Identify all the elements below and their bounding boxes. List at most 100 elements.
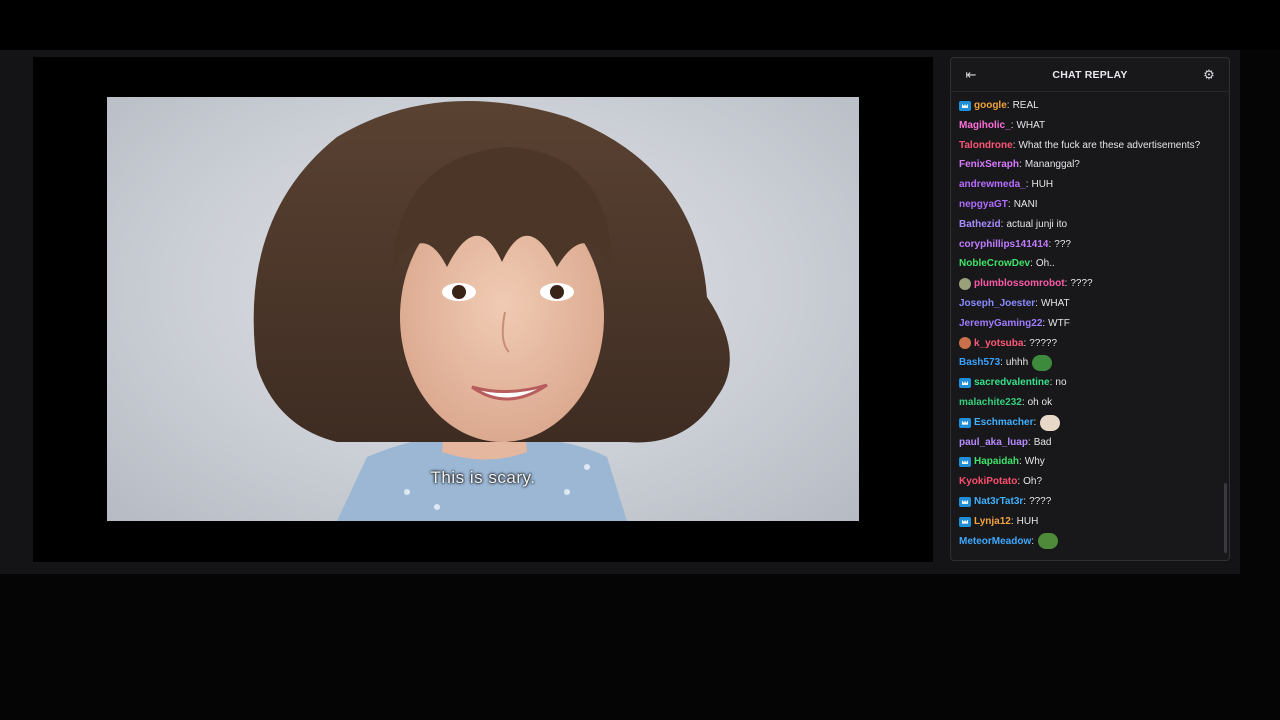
chat-emote-icon <box>1040 414 1061 431</box>
chat-separator: : <box>1048 238 1052 250</box>
collapse-chat-icon[interactable]: ⇤ <box>961 67 981 83</box>
chat-text: ??? <box>1054 238 1071 250</box>
chat-separator: : <box>1010 119 1014 131</box>
video-frame[interactable]: This is scary. <box>107 97 859 521</box>
chat-separator: : <box>1042 317 1046 329</box>
chat-emote-icon <box>1032 355 1053 372</box>
chat-text: WHAT <box>1016 119 1046 131</box>
chat-header: ⇤ CHAT REPLAY ⚙ <box>951 58 1229 92</box>
chat-separator: : <box>1064 278 1068 290</box>
chat-message: malachite232: oh ok <box>959 393 1229 413</box>
chat-text: no <box>1055 377 1067 389</box>
chat-separator: : <box>1023 337 1027 349</box>
chat-username[interactable]: k_yotsuba <box>974 334 1023 354</box>
chat-separator: : <box>1010 515 1014 527</box>
chat-username[interactable]: Hapaidah <box>974 452 1019 472</box>
chat-message: andrewmeda_: HUH <box>959 175 1229 195</box>
chat-message: Eschmacher: <box>959 413 1229 433</box>
chat-text: actual junji ito <box>1006 218 1068 230</box>
chat-username[interactable]: NobleCrowDev <box>959 254 1030 274</box>
chat-username[interactable]: paul_aka_luap <box>959 433 1028 453</box>
chat-message: Nat3rTat3r:???? <box>959 492 1229 512</box>
chat-message: plumblossomrobot:???? <box>959 274 1229 294</box>
chat-text: HUH <box>1016 515 1039 527</box>
chat-text: oh ok <box>1027 396 1053 408</box>
crown-badge-icon <box>959 496 971 507</box>
chat-separator: : <box>1017 476 1021 488</box>
chat-text: Mananggal? <box>1024 159 1080 171</box>
chat-message-list[interactable]: google: REAL Magiholic_: WHAT Talondrone: Wha… <box>951 92 1229 551</box>
chat-text: ???? <box>1029 495 1052 507</box>
chat-title: CHAT REPLAY <box>1052 68 1128 81</box>
chat-message: MeteorMeadow: <box>959 532 1229 552</box>
chat-username[interactable]: MeteorMeadow <box>959 532 1031 552</box>
crown-badge-icon <box>959 516 971 527</box>
chat-message: Bash573: uhhh <box>959 353 1229 373</box>
chat-username[interactable]: Eschmacher <box>974 413 1033 433</box>
chat-separator: : <box>1019 159 1022 171</box>
chat-separator: : <box>1019 456 1022 468</box>
chat-text: Oh.. <box>1035 258 1055 270</box>
chat-message: KyokiPotato: Oh? <box>959 472 1229 492</box>
chat-message: Hapaidah: Why <box>959 452 1229 472</box>
chat-text: ???? <box>1070 278 1093 290</box>
chat-username[interactable]: coryphillips141414 <box>959 235 1049 255</box>
chat-username[interactable]: sacredvalentine <box>974 373 1050 393</box>
chat-separator: : <box>1025 179 1029 191</box>
chat-separator: : <box>1012 139 1016 151</box>
video-player[interactable]: This is scary. <box>33 57 933 562</box>
chat-message: Magiholic_: WHAT <box>959 116 1229 136</box>
crown-badge-icon <box>959 457 971 468</box>
chat-text: Bad <box>1033 436 1052 448</box>
chat-username[interactable]: KyokiPotato <box>959 472 1017 492</box>
chat-username[interactable]: Magiholic_ <box>959 116 1011 136</box>
chat-username[interactable]: Nat3rTat3r <box>974 492 1023 512</box>
user-avatar-icon <box>959 337 971 350</box>
chat-text: ????? <box>1029 337 1058 349</box>
chat-text: WTF <box>1048 317 1070 329</box>
chat-text: uhhh <box>1005 357 1029 369</box>
chat-username[interactable]: Joseph_Joester <box>959 294 1035 314</box>
chat-scrollbar[interactable] <box>1224 483 1227 553</box>
chat-username[interactable]: nepgyaGT <box>959 195 1008 215</box>
chat-text: Why <box>1024 456 1045 468</box>
chat-message: Talondrone: What the fuck are these adver… <box>959 136 1229 156</box>
crown-badge-icon <box>959 378 971 389</box>
chat-username[interactable]: JeremyGaming22 <box>959 314 1042 334</box>
chat-emote-icon <box>1038 533 1059 550</box>
chat-separator: : <box>1023 495 1027 507</box>
chat-separator: : <box>1033 416 1037 428</box>
chat-text: WHAT <box>1040 297 1070 309</box>
chat-separator: : <box>1035 297 1038 309</box>
chat-separator: : <box>1000 218 1004 230</box>
chat-username[interactable]: Lynja12 <box>974 512 1011 532</box>
video-scene-illustration <box>253 101 730 521</box>
chat-username[interactable]: Talondrone <box>959 136 1013 156</box>
chat-separator: : <box>1030 258 1033 270</box>
chat-message: paul_aka_luap: Bad <box>959 433 1229 453</box>
user-avatar-icon <box>959 278 971 291</box>
chat-message: k_yotsuba:????? <box>959 334 1229 354</box>
chat-message: nepgyaGT: NANI <box>959 195 1229 215</box>
chat-text: NANI <box>1013 198 1038 210</box>
chat-message: JeremyGaming22: WTF <box>959 314 1229 334</box>
chat-username[interactable]: plumblossomrobot <box>974 274 1065 294</box>
chat-username[interactable]: google <box>974 96 1007 116</box>
chat-username[interactable]: Bathezid <box>959 215 1001 235</box>
chat-separator: : <box>1000 357 1003 369</box>
chat-text: Oh? <box>1023 476 1043 488</box>
chat-username[interactable]: andrewmeda_ <box>959 175 1026 195</box>
chat-username[interactable]: FenixSeraph <box>959 155 1019 175</box>
chat-username[interactable]: Bash573 <box>959 353 1000 373</box>
chat-text: REAL <box>1012 100 1039 111</box>
chat-separator: : <box>1049 377 1053 389</box>
chat-username[interactable]: malachite232 <box>959 393 1022 413</box>
chat-separator: : <box>1021 396 1025 408</box>
chat-message: Bathezid: actual junji ito <box>959 215 1229 235</box>
chat-message: FenixSeraph: Mananggal? <box>959 155 1229 175</box>
chat-separator: : <box>1007 198 1011 210</box>
chat-separator: : <box>1031 535 1035 547</box>
chat-message: coryphillips141414:??? <box>959 235 1229 255</box>
gear-icon[interactable]: ⚙ <box>1199 67 1219 83</box>
video-subtitle: This is scary. <box>430 468 536 487</box>
